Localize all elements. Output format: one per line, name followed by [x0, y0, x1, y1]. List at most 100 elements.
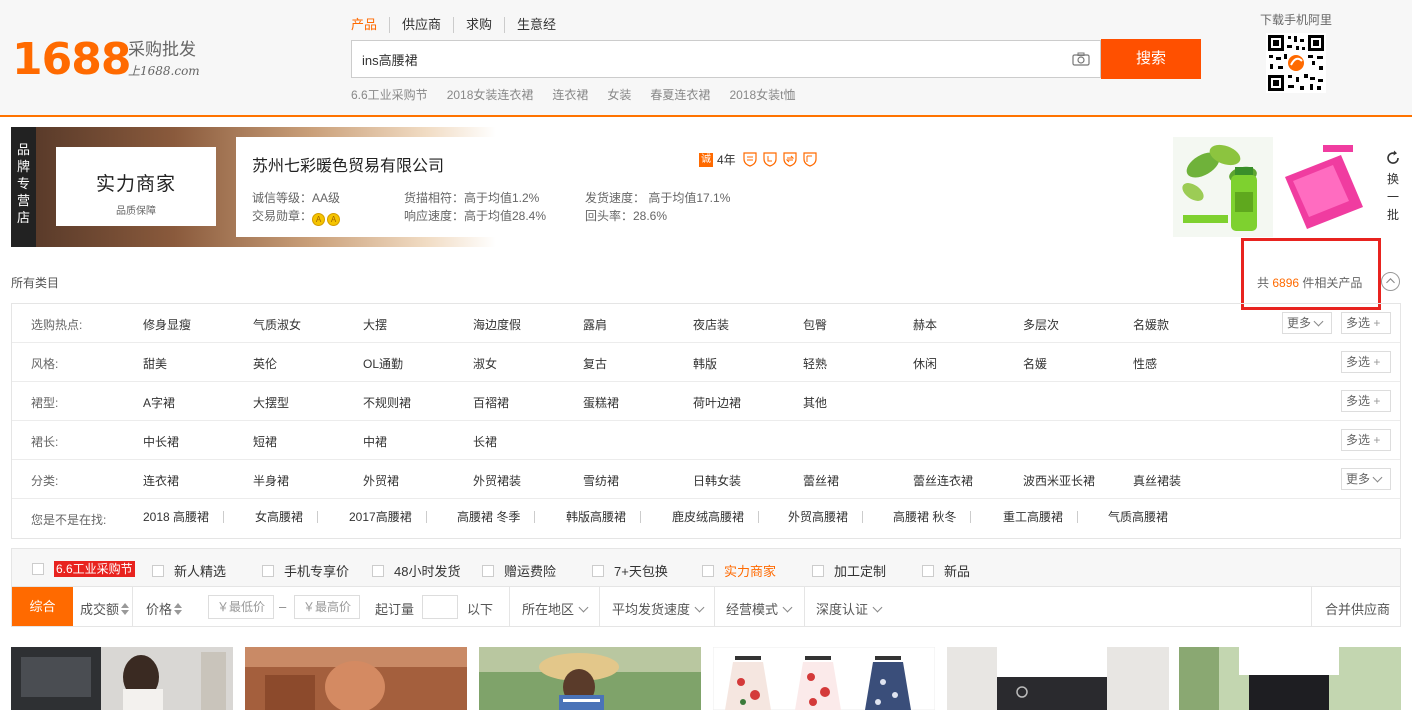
- business-mode-dropdown[interactable]: 经营模式: [726, 599, 793, 618]
- filter-option[interactable]: 气质淑女: [253, 316, 301, 333]
- location-dropdown[interactable]: 所在地区: [522, 599, 589, 618]
- filter-option[interactable]: 蛋糕裙: [583, 394, 619, 411]
- suggestion-link[interactable]: 鹿皮绒高腰裙: [672, 511, 760, 523]
- filter-option[interactable]: 百褶裙: [473, 394, 509, 411]
- product-image[interactable]: [479, 647, 701, 710]
- suggestion-link[interactable]: 重工高腰裙: [1003, 511, 1079, 523]
- ship-speed-dropdown[interactable]: 平均发货速度: [612, 599, 705, 618]
- min-price-input[interactable]: ￥最低价: [208, 595, 274, 619]
- camera-icon[interactable]: [1072, 52, 1090, 66]
- filter-option[interactable]: 波西米亚长裙: [1023, 472, 1095, 489]
- filter-option[interactable]: 大摆: [363, 316, 387, 333]
- filter-option[interactable]: 短裙: [253, 433, 277, 450]
- checkbox[interactable]: [922, 564, 934, 577]
- medal-icon[interactable]: A: [312, 213, 326, 226]
- tab-business-tips[interactable]: 生意经: [505, 17, 568, 33]
- sort-by-volume[interactable]: 成交额: [80, 599, 130, 618]
- option-promo-checkbox[interactable]: 6.6工业采购节: [32, 561, 135, 577]
- option-checkbox[interactable]: 加工定制: [812, 561, 886, 580]
- multi-select-button[interactable]: 多选 +: [1341, 429, 1391, 451]
- checkbox[interactable]: [372, 564, 384, 577]
- suggestion-link[interactable]: 高腰裙 秋冬: [893, 511, 972, 523]
- filter-option[interactable]: 长裙: [473, 433, 497, 450]
- product-image[interactable]: [11, 647, 233, 710]
- multi-select-button[interactable]: 多选 +: [1341, 390, 1391, 412]
- hotword-link[interactable]: 2018女装t恤: [729, 86, 795, 103]
- more-button[interactable]: 更多: [1341, 468, 1391, 490]
- max-price-input[interactable]: ￥最高价: [294, 595, 360, 619]
- filter-option[interactable]: 韩版: [693, 355, 717, 372]
- tab-suppliers[interactable]: 供应商: [390, 17, 455, 33]
- search-input[interactable]: [352, 41, 1062, 77]
- filter-option[interactable]: 海边度假: [473, 316, 521, 333]
- hotword-link[interactable]: 2018女装连衣裙: [447, 86, 534, 103]
- brand-store-banner[interactable]: 品牌专营店 实力商家 品质保障 苏州七彩暖色贸易有限公司 诚 4年 诚信等级：A…: [11, 127, 1174, 247]
- option-checkbox[interactable]: 48小时发货: [372, 561, 460, 580]
- medal-icon[interactable]: A: [327, 213, 341, 226]
- hotword-link[interactable]: 6.6工业采购节: [351, 86, 428, 103]
- filter-option[interactable]: 修身显瘦: [143, 316, 191, 333]
- checkbox[interactable]: [812, 564, 824, 577]
- multi-select-button[interactable]: 多选 +: [1341, 351, 1391, 373]
- filter-option[interactable]: 其他: [803, 394, 827, 411]
- filter-option[interactable]: 复古: [583, 355, 607, 372]
- all-categories-link[interactable]: 所有类目: [11, 274, 59, 291]
- suggestion-link[interactable]: 韩版高腰裙: [566, 511, 642, 523]
- brand-logo[interactable]: 实力商家 品质保障: [56, 147, 216, 226]
- filter-option[interactable]: A字裙: [143, 394, 175, 411]
- filter-option[interactable]: 外贸裙装: [473, 472, 521, 489]
- hotword-link[interactable]: 女装: [607, 86, 631, 103]
- option-checkbox[interactable]: 7+天包换: [592, 561, 668, 580]
- checkbox[interactable]: [152, 564, 164, 577]
- refresh-batch-button[interactable]: 换一批: [1384, 150, 1402, 224]
- quality-shield-icon[interactable]: [802, 152, 818, 167]
- filter-option[interactable]: 英伦: [253, 355, 277, 372]
- checkbox[interactable]: [32, 563, 44, 575]
- suggestion-link[interactable]: 高腰裙 冬季: [457, 511, 536, 523]
- filter-option[interactable]: 日韩女装: [693, 472, 741, 489]
- hotword-link[interactable]: 春夏连衣裙: [650, 86, 710, 103]
- checkbox[interactable]: [702, 564, 714, 577]
- suggestion-link[interactable]: 2018 高腰裙: [143, 511, 225, 523]
- suggestion-link[interactable]: 女高腰裙: [255, 511, 319, 523]
- company-name-link[interactable]: 苏州七彩暖色贸易有限公司: [252, 152, 444, 176]
- product-image[interactable]: [1179, 647, 1401, 710]
- product-image[interactable]: [245, 647, 467, 710]
- option-checkbox[interactable]: 新品: [922, 561, 970, 580]
- mobile-download-label[interactable]: 下载手机阿里: [1260, 11, 1332, 28]
- tab-buying-requests[interactable]: 求购: [454, 17, 506, 33]
- product-image[interactable]: [947, 647, 1169, 710]
- filter-option[interactable]: 外贸裙: [363, 472, 399, 489]
- filter-option[interactable]: 荷叶边裙: [693, 394, 741, 411]
- filter-option[interactable]: 真丝裙装: [1133, 472, 1181, 489]
- filter-option[interactable]: 雪纺裙: [583, 472, 619, 489]
- filter-option[interactable]: 蕾丝连衣裙: [913, 472, 973, 489]
- certification-dropdown[interactable]: 深度认证: [816, 599, 883, 618]
- filter-option[interactable]: 大摆型: [253, 394, 289, 411]
- sort-by-price[interactable]: 价格: [146, 599, 183, 618]
- option-checkbox[interactable]: 手机专享价: [262, 561, 349, 580]
- suggestion-link[interactable]: 2017高腰裙: [349, 511, 427, 523]
- return-shield-icon[interactable]: [782, 152, 798, 167]
- qr-code-icon[interactable]: [1266, 33, 1326, 93]
- guarantee-shield-icon[interactable]: [742, 152, 758, 167]
- option-checkbox[interactable]: 赠运费险: [482, 561, 556, 580]
- filter-option[interactable]: 多层次: [1023, 316, 1059, 333]
- filter-option[interactable]: 轻熟: [803, 355, 827, 372]
- more-button[interactable]: 更多: [1282, 312, 1332, 334]
- filter-option[interactable]: 性感: [1133, 355, 1157, 372]
- multi-select-button[interactable]: 多选 +: [1341, 312, 1391, 334]
- moq-input[interactable]: [422, 595, 458, 619]
- sort-default-button[interactable]: 综合: [12, 587, 73, 626]
- suggestion-link[interactable]: 外贸高腰裙: [788, 511, 864, 523]
- filter-option[interactable]: 夜店装: [693, 316, 729, 333]
- suggestion-link[interactable]: 气质高腰裙: [1108, 511, 1182, 523]
- hotword-link[interactable]: 连衣裙: [552, 86, 588, 103]
- filter-option[interactable]: 中长裙: [143, 433, 179, 450]
- filter-option[interactable]: 蕾丝裙: [803, 472, 839, 489]
- filter-option[interactable]: 露肩: [583, 316, 607, 333]
- collapse-filters-icon[interactable]: [1381, 272, 1400, 291]
- trust-badge-icon[interactable]: 诚: [699, 152, 713, 167]
- search-button[interactable]: 搜索: [1101, 39, 1201, 79]
- filter-option[interactable]: 名媛款: [1133, 316, 1169, 333]
